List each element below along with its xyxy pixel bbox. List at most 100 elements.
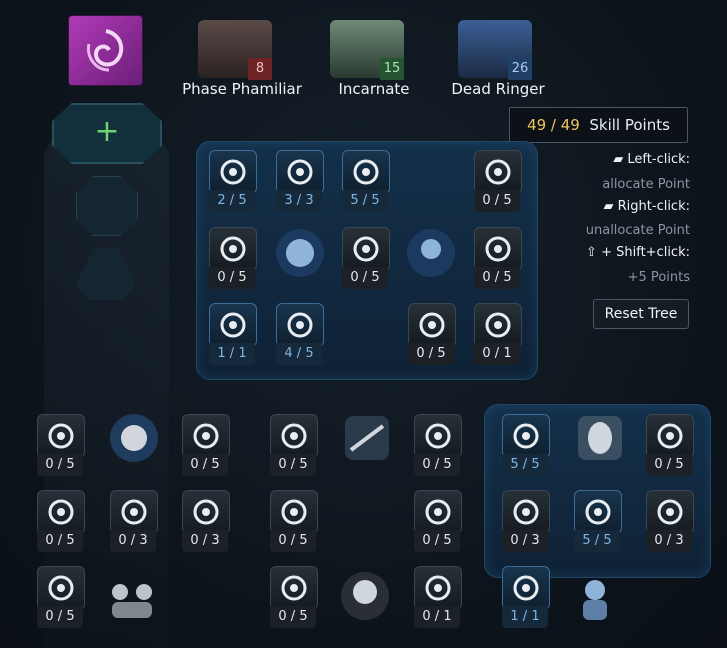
- skill-icon: [276, 150, 324, 194]
- spiral-icon: [86, 29, 124, 72]
- skill-node[interactable]: 0 / 5: [37, 490, 85, 552]
- mask-icon: [578, 416, 622, 460]
- skill-node[interactable]: 5 / 5: [502, 414, 550, 476]
- claw-slash-icon: [345, 416, 389, 460]
- skill-node[interactable]: 0 / 5: [342, 227, 390, 289]
- help-shift-action: +5 Points: [627, 270, 690, 285]
- skill-node[interactable]: 0 / 5: [37, 414, 85, 476]
- class-emblem[interactable]: [69, 16, 142, 85]
- skill-icon: [502, 490, 550, 534]
- skill-count: 0 / 5: [646, 454, 692, 476]
- skill-count: 0 / 5: [270, 606, 316, 628]
- skill-icon: [209, 303, 257, 347]
- skill-count: 0 / 5: [270, 454, 316, 476]
- skill-count: 0 / 5: [37, 530, 83, 552]
- skill-count: 2 / 5: [209, 190, 255, 212]
- level-badge: 26: [508, 58, 532, 80]
- skill-node[interactable]: 0 / 5: [474, 150, 522, 212]
- skill-icon: [408, 303, 456, 347]
- skill-points-max: 49: [560, 116, 580, 134]
- skill-node[interactable]: 0 / 5: [270, 414, 318, 476]
- level-badge: 8: [248, 58, 272, 80]
- character-name: Incarnate: [338, 80, 410, 98]
- skill-icon: [37, 490, 85, 534]
- level-badge: 15: [380, 58, 404, 80]
- skill-icon: [414, 490, 462, 534]
- skill-icon: [37, 414, 85, 458]
- skill-icon: [182, 490, 230, 534]
- skill-count: 1 / 1: [502, 606, 548, 628]
- skill-icon: [502, 566, 550, 610]
- character-name: Dead Ringer: [451, 80, 545, 98]
- character-phase-phamiliar[interactable]: 8: [186, 18, 272, 80]
- loadout-slot-2[interactable]: [76, 176, 138, 236]
- skill-node[interactable]: 0 / 5: [474, 227, 522, 289]
- skill-node[interactable]: 0 / 3: [502, 490, 550, 552]
- skill-count: 0 / 3: [182, 530, 228, 552]
- skill-count: 0 / 5: [414, 530, 460, 552]
- skill-icon: [646, 490, 694, 534]
- skill-node[interactable]: 0 / 5: [408, 303, 456, 365]
- skill-node[interactable]: 0 / 5: [270, 566, 318, 628]
- skill-icon: [414, 414, 462, 458]
- character-incarnate[interactable]: 15: [318, 18, 404, 80]
- group-icon: [112, 584, 152, 618]
- reset-tree-button[interactable]: Reset Tree: [593, 299, 689, 329]
- skill-count: 0 / 5: [474, 190, 520, 212]
- skill-node[interactable]: 0 / 5: [646, 414, 694, 476]
- skill-icon: [270, 490, 318, 534]
- character-dead-ringer[interactable]: 26: [446, 18, 532, 80]
- skill-icon: [110, 490, 158, 534]
- skill-icon: [209, 227, 257, 271]
- skill-node[interactable]: 0 / 5: [270, 490, 318, 552]
- skill-node[interactable]: 0 / 1: [474, 303, 522, 365]
- skill-node[interactable]: 0 / 5: [209, 227, 257, 289]
- skill-node[interactable]: 0 / 3: [182, 490, 230, 552]
- skill-node[interactable]: 1 / 1: [502, 566, 550, 628]
- skill-count: 0 / 5: [209, 267, 255, 289]
- skill-node[interactable]: 0 / 5: [414, 414, 462, 476]
- skill-icon: [474, 303, 522, 347]
- skill-node[interactable]: 0 / 3: [646, 490, 694, 552]
- skill-count: 0 / 3: [110, 530, 156, 552]
- skill-node[interactable]: 5 / 5: [342, 150, 390, 212]
- help-right-click: ▰ Right-click:: [603, 199, 691, 214]
- reaper-icon: [341, 572, 389, 620]
- skill-count: 0 / 3: [646, 530, 692, 552]
- skill-count: 0 / 5: [270, 530, 316, 552]
- skill-count: 0 / 5: [182, 454, 228, 476]
- mage-icon: [583, 580, 607, 620]
- skill-node[interactable]: 0 / 5: [182, 414, 230, 476]
- plus-icon: +: [94, 114, 120, 149]
- skill-node[interactable]: 4 / 5: [276, 303, 324, 365]
- skill-points-label: Skill Points: [589, 116, 670, 134]
- skill-node[interactable]: 0 / 5: [414, 490, 462, 552]
- skill-icon: [646, 414, 694, 458]
- skill-count: 0 / 5: [342, 267, 388, 289]
- skill-points-display: 49 / 49 Skill Points: [509, 107, 688, 143]
- skill-node[interactable]: 0 / 5: [37, 566, 85, 628]
- help-right-action: unallocate Point: [585, 223, 690, 238]
- skill-points-separator: /: [546, 116, 561, 134]
- skill-icon: [502, 414, 550, 458]
- skill-icon: [276, 303, 324, 347]
- skill-icon: [37, 566, 85, 610]
- skill-node[interactable]: 0 / 1: [414, 566, 462, 628]
- skill-count: 0 / 3: [502, 530, 548, 552]
- skill-node[interactable]: 1 / 1: [209, 303, 257, 365]
- add-loadout-button[interactable]: +: [52, 103, 162, 164]
- skill-count: 1 / 1: [209, 343, 255, 365]
- skill-icon: [474, 150, 522, 194]
- help-shift-click: ⇧ + Shift+click:: [586, 245, 690, 260]
- skill-node[interactable]: 0 / 3: [110, 490, 158, 552]
- skill-node[interactable]: 5 / 5: [574, 490, 622, 552]
- skill-icon: [270, 414, 318, 458]
- skill-node[interactable]: 3 / 3: [276, 150, 324, 212]
- medusa-icon: [407, 229, 455, 277]
- skill-count: 4 / 5: [276, 343, 322, 365]
- skill-count: 0 / 5: [37, 606, 83, 628]
- skill-icon: [342, 150, 390, 194]
- skill-node[interactable]: 2 / 5: [209, 150, 257, 212]
- skill-count: 0 / 1: [474, 343, 520, 365]
- skill-count: 0 / 5: [414, 454, 460, 476]
